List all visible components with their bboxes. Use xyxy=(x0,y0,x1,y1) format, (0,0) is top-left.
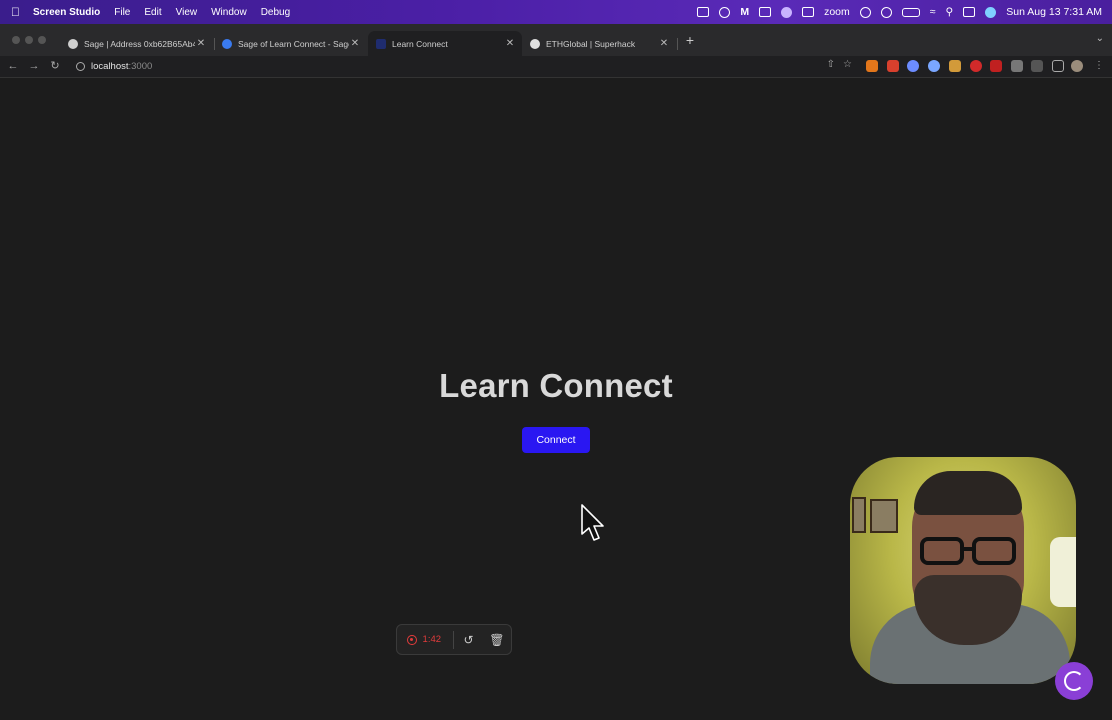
bookmark-star-icon[interactable]: ☆ xyxy=(843,59,852,70)
learn-connect-favicon-icon xyxy=(376,38,386,49)
mouse-cursor-icon xyxy=(581,504,604,541)
profile-avatar[interactable] xyxy=(1071,60,1083,72)
back-arrow-icon[interactable]: ← xyxy=(6,59,20,73)
connect-button[interactable]: Connect xyxy=(522,427,590,453)
ethglobal-favicon-icon xyxy=(530,38,540,49)
person-hair xyxy=(914,471,1022,515)
wifi-icon[interactable]: ≈ xyxy=(930,6,936,18)
arc-icon[interactable] xyxy=(781,6,793,18)
address-bar[interactable]: localhost :3000 ⇧ ☆ xyxy=(70,58,858,75)
stop-recording-icon[interactable] xyxy=(407,634,417,645)
browser-toolbar: ← → ↻ localhost :3000 ⇧ ☆ xyxy=(0,56,1112,78)
extension-icon[interactable] xyxy=(990,60,1002,72)
macos-menu-bar:  Screen Studio File Edit View Window De… xyxy=(0,0,1112,24)
extension-icon[interactable] xyxy=(949,60,961,72)
tab-sage-learn-connect[interactable]: Sage of Learn Connect - Sage ✕ xyxy=(214,31,367,56)
tab-ethglobal[interactable]: ETHGlobal | Superhack ✕ xyxy=(522,31,676,56)
spiral-icon xyxy=(1064,671,1084,691)
tab-title: Sage of Learn Connect - Sage xyxy=(238,38,349,49)
webcam-overlay xyxy=(850,457,1076,684)
recording-timer: 1:42 xyxy=(422,634,442,645)
tab-divider xyxy=(677,38,678,50)
sage-favicon-icon xyxy=(68,38,78,49)
trash-icon[interactable]: 🗑 xyxy=(483,633,511,647)
screen-record-icon[interactable] xyxy=(697,7,710,17)
menu-clock[interactable]: Sun Aug 13 7:31 AM xyxy=(1006,6,1102,18)
more-menu-icon[interactable]: ⋮ xyxy=(1094,60,1104,72)
browser-tab-strip: Sage | Address 0xb62B65Ab4 ✕ Sage of Lea… xyxy=(0,24,1112,56)
restart-recording-icon[interactable]: ↺ xyxy=(454,633,482,647)
extension-icon[interactable] xyxy=(907,60,919,72)
tab-title: ETHGlobal | Superhack xyxy=(546,38,636,49)
search-icon[interactable]: ⚲ xyxy=(946,6,954,18)
new-tab-plus-icon[interactable]: + xyxy=(683,31,697,49)
lamp-shade xyxy=(1050,537,1076,607)
address-host: localhost xyxy=(91,61,129,72)
zoom-label[interactable]: zoom xyxy=(824,6,850,18)
recording-controls: 1:42 ↺ 🗑 xyxy=(396,624,512,655)
mail-m-icon[interactable]: M xyxy=(740,6,749,18)
extension-icon[interactable] xyxy=(928,60,940,72)
glasses-right-lens xyxy=(972,537,1016,565)
glasses-bridge xyxy=(962,547,974,551)
sage-favicon-icon xyxy=(222,38,232,49)
menu-view[interactable]: View xyxy=(176,7,198,18)
address-bar-actions: ⇧ ☆ xyxy=(827,59,852,70)
play-icon[interactable] xyxy=(880,6,892,18)
site-info-icon[interactable] xyxy=(76,62,85,71)
puzzle-extensions-icon[interactable] xyxy=(1011,60,1023,72)
reload-icon[interactable]: ↻ xyxy=(48,59,62,73)
share-icon[interactable]: ⇧ xyxy=(827,59,835,70)
control-center-icon[interactable] xyxy=(963,7,976,17)
page-title: Learn Connect xyxy=(439,367,673,404)
extension-icon[interactable] xyxy=(887,60,899,72)
siri-icon[interactable] xyxy=(985,6,997,18)
tab-title: Sage | Address 0xb62B65Ab4 xyxy=(84,38,195,49)
address-port: :3000 xyxy=(128,61,153,72)
video-camera-icon[interactable] xyxy=(802,7,815,17)
creative-cloud-icon[interactable] xyxy=(719,6,731,18)
close-icon[interactable]: ✕ xyxy=(504,38,516,49)
tab-search-chevron-icon[interactable]: ⌄ xyxy=(1096,33,1104,44)
menu-window[interactable]: Window xyxy=(211,7,247,18)
calendar-icon[interactable] xyxy=(759,7,772,17)
menu-app-name[interactable]: Screen Studio xyxy=(33,7,100,18)
assistant-button[interactable] xyxy=(1055,662,1093,700)
menu-debug[interactable]: Debug xyxy=(261,7,290,18)
wall-picture-frame xyxy=(852,497,866,533)
menu-file[interactable]: File xyxy=(114,7,130,18)
close-icon[interactable]: ✕ xyxy=(658,38,670,49)
wall-picture-frame xyxy=(870,499,898,533)
battery-icon[interactable] xyxy=(901,7,920,17)
status-items: M zoom ≈ ⚲ Sun Aug 13 7:31 AM xyxy=(697,0,1102,24)
minimize-window-icon[interactable] xyxy=(25,36,33,44)
menu-edit[interactable]: Edit xyxy=(144,7,161,18)
close-icon[interactable]: ✕ xyxy=(195,38,207,49)
tab-sage-address[interactable]: Sage | Address 0xb62B65Ab4 ✕ xyxy=(60,31,213,56)
tab-learn-connect[interactable]: Learn Connect ✕ xyxy=(368,31,522,56)
glasses-left-lens xyxy=(920,537,964,565)
tab-title: Learn Connect xyxy=(392,38,448,49)
metamask-extension-icon[interactable] xyxy=(866,60,878,72)
extension-icon[interactable] xyxy=(1031,60,1043,72)
zoom-window-icon[interactable] xyxy=(38,36,46,44)
vpn-icon[interactable] xyxy=(859,6,871,18)
close-icon[interactable]: ✕ xyxy=(349,38,361,49)
extension-icon[interactable] xyxy=(970,60,982,72)
apple-icon[interactable]:  xyxy=(11,5,25,19)
forward-arrow-icon[interactable]: → xyxy=(27,59,41,73)
close-window-icon[interactable] xyxy=(12,36,20,44)
side-panel-icon[interactable] xyxy=(1052,60,1064,72)
